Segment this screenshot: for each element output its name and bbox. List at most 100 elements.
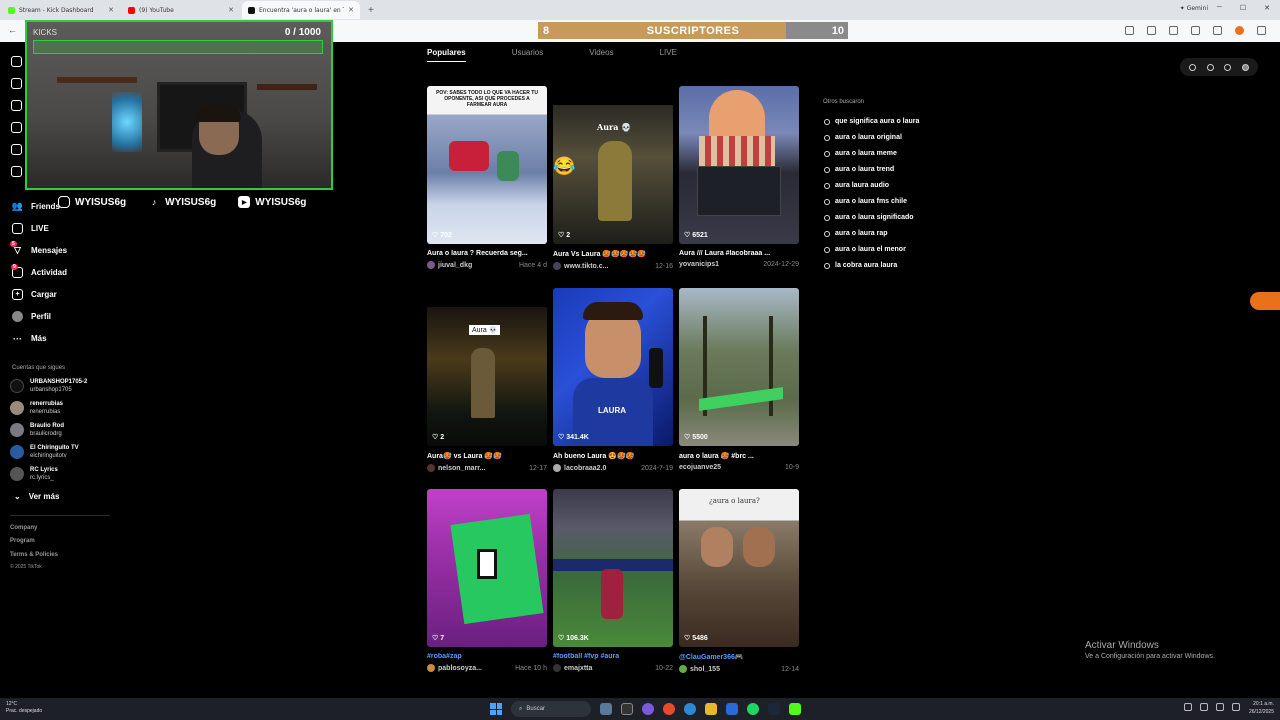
username[interactable]: pablosoyza... [438, 665, 482, 672]
sidebar-item-upload[interactable]: + Cargar [12, 289, 57, 300]
username[interactable]: shol_155 [690, 666, 720, 673]
following-account[interactable]: URBANSHOP1705-2 urbanshop1705 [10, 378, 87, 394]
see-more-button[interactable]: ⌄ Ver más [14, 492, 59, 501]
video-card[interactable]: ♡ 6521 Aura /// Laura #lacobraaa ... yov… [679, 86, 799, 268]
username[interactable]: emajxtta [564, 665, 592, 672]
following-icon[interactable] [11, 166, 22, 177]
cast-icon[interactable] [1125, 26, 1134, 35]
star-icon[interactable] [1147, 26, 1156, 35]
video-caption[interactable]: @ClauGamer366🎮 [679, 653, 799, 661]
related-search-item[interactable]: aura o laura trend [824, 166, 894, 173]
tiktok-logo-icon[interactable] [11, 56, 22, 67]
video-card[interactable]: ♡ 7 #roba#zap pablosoyza... Hace 10 h [427, 489, 547, 672]
video-thumbnail[interactable]: LAURA ♡ 341.4K [553, 288, 673, 446]
video-caption[interactable]: Ah bueno Laura 😍🥵🥵 [553, 452, 673, 460]
chrome-icon[interactable] [663, 703, 675, 715]
sidebar-icon[interactable] [1213, 26, 1222, 35]
related-search-item[interactable]: aura laura audio [824, 182, 889, 189]
split-icon[interactable] [1191, 26, 1200, 35]
video-card[interactable]: ♡ 5500 aura o laura 🥵 #brc ... ecojuanve… [679, 288, 799, 471]
video-caption[interactable]: Aura🥵 vs Laura 🥵🥵 [427, 452, 547, 460]
related-search-item[interactable]: que significa aura o laura [824, 118, 919, 125]
following-account[interactable]: Braulio Rod braulicrodrg [10, 422, 64, 438]
video-card[interactable]: Aura 💀 ♡ 2 Aura🥵 vs Laura 🥵🥵 nelson_marr… [427, 288, 547, 472]
close-icon[interactable]: ✕ [108, 6, 114, 14]
explore-icon[interactable] [11, 144, 22, 155]
sidebar-item-more[interactable]: ··· Más [12, 333, 47, 344]
extension-pill[interactable] [1250, 292, 1280, 310]
footer-link[interactable]: Program [10, 538, 35, 544]
chevron-up-icon[interactable] [1184, 703, 1192, 711]
video-thumbnail[interactable]: Aura 💀 😂 ♡ 2 [553, 86, 673, 244]
download-icon[interactable] [1224, 63, 1232, 71]
profile-avatar[interactable] [1235, 26, 1244, 35]
home-icon[interactable] [11, 100, 22, 111]
footer-link[interactable]: Company [10, 525, 37, 531]
video-card[interactable]: ¿aura o laura? ♡ 5486 @ClauGamer366🎮 sho… [679, 489, 799, 673]
widgets-icon[interactable] [600, 703, 612, 715]
close-icon[interactable]: ✕ [348, 6, 354, 14]
video-caption[interactable]: #roba#zap [427, 653, 547, 660]
video-thumbnail[interactable]: ♡ 7 [427, 489, 547, 647]
video-card[interactable]: Aura 💀 😂 ♡ 2 Aura Vs Laura 🥵🥵🥵🥵🥵 www.tik… [553, 86, 673, 270]
tab-videos[interactable]: Videos [589, 48, 613, 62]
battery-icon[interactable] [1232, 703, 1240, 711]
user-avatar[interactable] [1241, 63, 1249, 71]
related-search-item[interactable]: aura o laura rap [824, 230, 888, 237]
sidebar-item-activity[interactable]: 9 Actividad [11, 264, 67, 278]
video-thumbnail[interactable]: ♡ 106.3K [553, 489, 673, 647]
device-icon[interactable] [1206, 63, 1214, 71]
username[interactable]: ecojuanve25 [679, 464, 721, 471]
video-thumbnail[interactable]: Aura 💀 ♡ 2 [427, 288, 547, 446]
network-icon[interactable] [1200, 703, 1208, 711]
volume-icon[interactable] [1216, 703, 1224, 711]
tab-live[interactable]: LIVE [660, 48, 677, 62]
tab-populares[interactable]: Populares [427, 48, 466, 62]
footer-link[interactable]: Terms & Policies [10, 552, 58, 558]
search-icon[interactable] [11, 78, 22, 89]
steam-icon[interactable] [768, 703, 780, 715]
kick-icon[interactable] [789, 703, 801, 715]
spotify-icon[interactable] [747, 703, 759, 715]
related-search-item[interactable]: la cobra aura laura [824, 262, 897, 269]
video-thumbnail[interactable]: POV: SABES TODO LO QUE VA HACER TU OPONE… [427, 86, 547, 244]
sidebar-item-live[interactable]: LIVE [12, 223, 49, 234]
edge-icon[interactable] [684, 703, 696, 715]
folder-icon[interactable] [705, 703, 717, 715]
windows-start-icon[interactable] [490, 703, 502, 715]
video-caption[interactable]: aura o laura 🥵 #brc ... [679, 452, 799, 460]
taskbar-search[interactable]: ⌕ Buscar [511, 701, 591, 717]
close-window-icon[interactable]: ✕ [1264, 4, 1270, 12]
related-search-item[interactable]: aura o laura original [824, 134, 902, 141]
back-arrow-icon[interactable]: ← [8, 25, 17, 35]
extensions-icon[interactable] [1169, 26, 1178, 35]
related-search-item[interactable]: aura o laura fms chile [824, 198, 907, 205]
shop-icon[interactable] [11, 122, 22, 133]
browser-tab-tiktok[interactable]: Encuentra 'aura o laura' en TikT... ✕ [242, 1, 360, 19]
close-icon[interactable]: ✕ [228, 6, 234, 14]
gemini-button[interactable]: ✦ Gemini [1180, 5, 1208, 12]
copilot-icon[interactable] [642, 703, 654, 715]
following-account[interactable]: El Chiringuito TV elchiringuitotv [10, 444, 79, 460]
username[interactable]: jiuval_dkg [438, 262, 472, 269]
video-card[interactable]: ♡ 106.3K #football #fvp #aura emajxtta 10… [553, 489, 673, 672]
browser-tab-youtube[interactable]: (9) YouTube ✕ [122, 1, 240, 19]
related-search-item[interactable]: aura o laura significado [824, 214, 914, 221]
video-card[interactable]: POV: SABES TODO LO QUE VA HACER TU OPONE… [427, 86, 547, 269]
sidebar-item-messages[interactable]: ▽ 5 Mensajes [10, 241, 67, 256]
username[interactable]: yovanicips1 [679, 261, 719, 268]
minimize-icon[interactable]: ─ [1217, 4, 1222, 12]
video-thumbnail[interactable]: ♡ 6521 [679, 86, 799, 244]
coins-icon[interactable] [1189, 63, 1197, 71]
sidebar-item-profile[interactable]: Perfil [12, 311, 51, 322]
video-caption[interactable]: #football #fvp #aura [553, 653, 673, 660]
video-caption[interactable]: Aura Vs Laura 🥵🥵🥵🥵🥵 [553, 250, 673, 258]
sidebar-item-friends[interactable]: 👥 Friends [12, 201, 60, 212]
video-caption[interactable]: Aura o laura ? Recuerda seg... [427, 250, 547, 257]
username[interactable]: nelson_marr... [438, 465, 485, 472]
video-thumbnail[interactable]: ♡ 5500 [679, 288, 799, 446]
video-card[interactable]: LAURA ♡ 341.4K Ah bueno Laura 😍🥵🥵 lacobr… [553, 288, 673, 472]
video-thumbnail[interactable]: ¿aura o laura? ♡ 5486 [679, 489, 799, 647]
browser-tab-kick[interactable]: Stream - Kick Dashboard ✕ [2, 1, 120, 19]
following-account[interactable]: RC Lyrics rc.lyrics_ [10, 466, 58, 482]
